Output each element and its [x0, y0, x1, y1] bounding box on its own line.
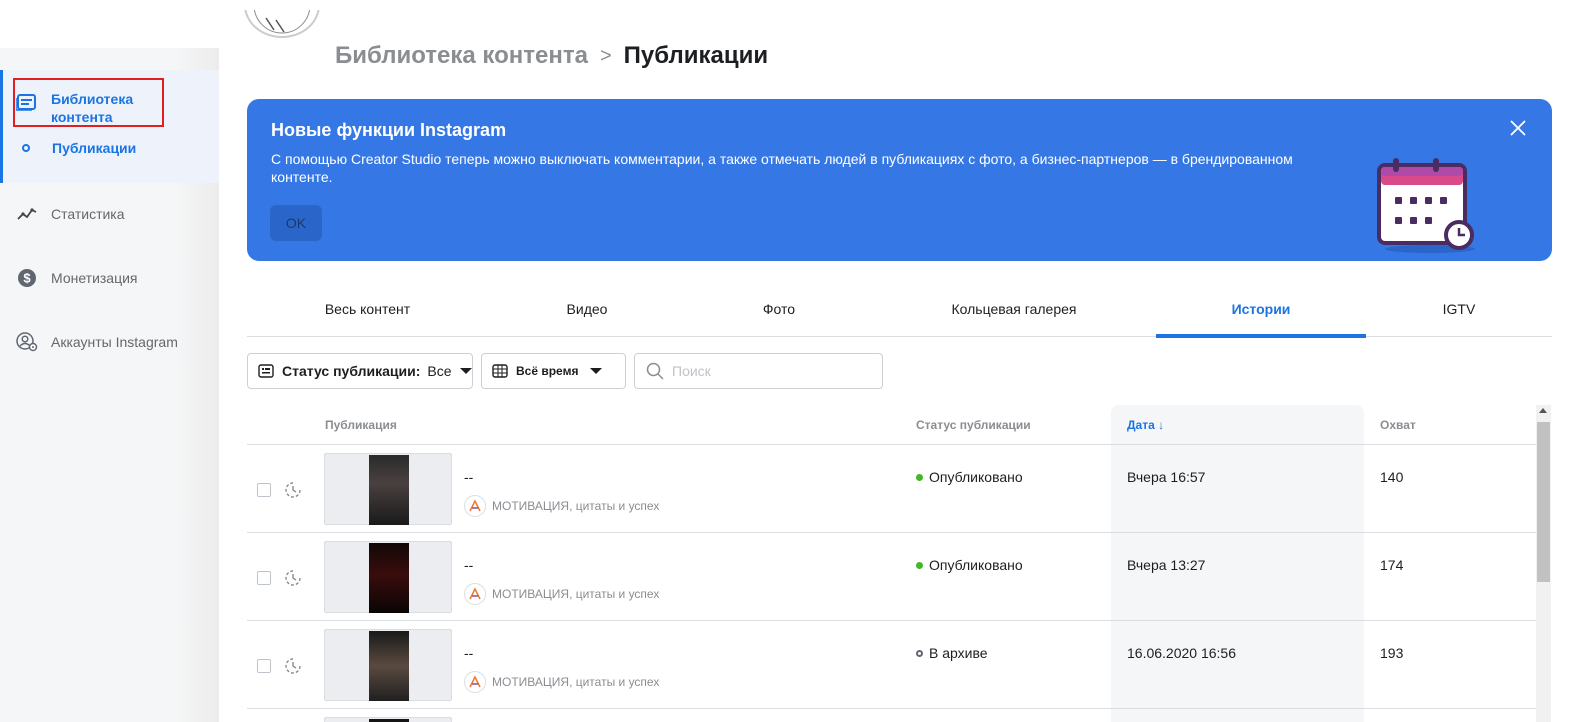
stats-line-icon — [16, 204, 38, 224]
scrollbar-thumb[interactable] — [1537, 422, 1550, 582]
chevron-down-icon — [459, 368, 472, 374]
thumbnail-image — [369, 543, 409, 613]
history-clock-icon — [283, 480, 303, 500]
status-text: В архиве — [929, 645, 988, 661]
publication-date: Вчера 13:27 — [1127, 557, 1206, 573]
publication-date: 16.06.2020 16:56 — [1127, 645, 1236, 661]
publication-reach: 140 — [1380, 469, 1404, 485]
page-title: Публикации — [623, 42, 769, 69]
tab-photo[interactable]: Фото — [686, 280, 872, 337]
column-header-status[interactable]: Статус публикации — [916, 418, 1031, 432]
tab-stories[interactable]: Истории — [1156, 280, 1366, 338]
story-thumbnail[interactable] — [324, 629, 452, 701]
breadcrumb: Библиотека контента > Публикации — [335, 42, 768, 70]
svg-text:$: $ — [23, 271, 31, 286]
account-avatar — [464, 671, 486, 693]
bullet-icon — [22, 144, 30, 152]
row-checkbox[interactable] — [257, 571, 271, 585]
account-name: МОТИВАЦИЯ, цитаты и успех — [492, 587, 660, 601]
story-thumbnail[interactable] — [324, 453, 452, 525]
history-clock-icon — [283, 568, 303, 588]
highlight-box — [13, 78, 164, 127]
sidebar-item-label: Аккаунты Instagram — [51, 334, 178, 350]
sidebar: Библиотека контента Публикации Статистик… — [0, 48, 219, 722]
status-filter-dropdown[interactable]: Статус публикации: Все — [247, 353, 473, 389]
publication-reach: 193 — [1380, 645, 1404, 661]
breadcrumb-parent[interactable]: Библиотека контента — [335, 42, 588, 70]
column-header-date[interactable]: Дата ↓ — [1127, 418, 1164, 432]
calendar-grid-icon — [492, 363, 508, 379]
account-settings-icon — [16, 332, 38, 352]
row-checkbox[interactable] — [257, 483, 271, 497]
publication-status: В архиве — [916, 645, 988, 661]
publication-date: Вчера 16:57 — [1127, 469, 1206, 485]
status-text: Опубликовано — [929, 469, 1023, 485]
tab-carousel[interactable]: Кольцевая галерея — [872, 280, 1156, 337]
time-filter-dropdown[interactable]: Всё время — [481, 353, 626, 389]
account-name: МОТИВАЦИЯ, цитаты и успех — [492, 499, 660, 513]
tab-all-content[interactable]: Весь контент — [247, 280, 488, 337]
story-thumbnail[interactable] — [324, 717, 452, 722]
content-tabs: Весь контент Видео Фото Кольцевая галере… — [247, 280, 1552, 338]
publication-status: Опубликовано — [916, 557, 1023, 573]
account-info: МОТИВАЦИЯ, цитаты и успех — [464, 671, 659, 693]
time-filter-label: Всё время — [516, 364, 579, 378]
sidebar-item-publications[interactable]: Публикации — [22, 140, 136, 156]
status-dot-icon — [916, 561, 923, 569]
scroll-up-icon[interactable] — [1539, 408, 1547, 413]
status-text: Опубликовано — [929, 557, 1023, 573]
table-scrollbar[interactable] — [1536, 405, 1551, 722]
table-row[interactable] — [247, 709, 1537, 722]
thumbnail-image — [369, 455, 409, 525]
banner-text: С помощью Creator Studio теперь можно вы… — [271, 151, 1293, 185]
publication-status: Опубликовано — [916, 469, 1023, 485]
sidebar-item-label: Статистика — [51, 206, 125, 222]
tab-video[interactable]: Видео — [488, 280, 686, 337]
tab-igtv[interactable]: IGTV — [1366, 280, 1552, 337]
page-logo — [244, 10, 320, 38]
creator-studio-page: Библиотека контента Публикации Статистик… — [0, 0, 1575, 722]
calendar-illustration-icon — [1375, 155, 1479, 255]
account-avatar — [464, 495, 486, 517]
thumbnail-image — [369, 631, 409, 701]
banner-ok-button[interactable]: OK — [270, 205, 322, 241]
banner-title: Новые функции Instagram — [271, 120, 507, 140]
column-header-reach[interactable]: Охват — [1380, 418, 1416, 432]
status-filter-label: Статус публикации: — [282, 363, 421, 379]
sidebar-item-label: Публикации — [52, 140, 137, 156]
dollar-icon: $ — [16, 268, 38, 288]
publication-title: -- — [464, 645, 474, 661]
account-info: МОТИВАЦИЯ, цитаты и успех — [464, 495, 659, 517]
account-name: МОТИВАЦИЯ, цитаты и успех — [492, 675, 660, 689]
publication-reach: 174 — [1380, 557, 1404, 573]
status-list-icon — [258, 363, 274, 379]
search-input[interactable] — [672, 363, 872, 379]
table-row[interactable]: -- МОТИВАЦИЯ, цитаты и успех Опубликован… — [247, 533, 1537, 621]
status-dot-icon — [916, 649, 923, 657]
account-avatar — [464, 583, 486, 605]
sidebar-item-label: Монетизация — [51, 270, 138, 286]
account-info: МОТИВАЦИЯ, цитаты и успех — [464, 583, 659, 605]
column-header-publication[interactable]: Публикация — [325, 418, 397, 432]
publication-title: -- — [464, 469, 474, 485]
close-icon[interactable] — [1509, 119, 1527, 137]
sidebar-item-statistics[interactable]: Статистика — [16, 204, 125, 224]
chevron-down-icon — [590, 368, 603, 374]
status-filter-value: Все — [427, 363, 452, 379]
search-box[interactable] — [634, 353, 883, 389]
history-clock-icon — [283, 656, 303, 676]
sidebar-item-monetization[interactable]: $ Монетизация — [16, 268, 138, 288]
table-row[interactable]: -- МОТИВАЦИЯ, цитаты и успех В архиве 16… — [247, 621, 1537, 709]
breadcrumb-separator: > — [599, 44, 612, 67]
publication-title: -- — [464, 557, 474, 573]
status-dot-icon — [916, 473, 923, 481]
feature-banner: Новые функции Instagram С помощью Creato… — [247, 99, 1552, 261]
row-checkbox[interactable] — [257, 659, 271, 673]
search-icon — [646, 362, 664, 380]
table-row[interactable]: -- МОТИВАЦИЯ, цитаты и успех Опубликован… — [247, 445, 1537, 533]
story-thumbnail[interactable] — [324, 541, 452, 613]
sidebar-item-instagram-accounts[interactable]: Аккаунты Instagram — [16, 332, 178, 352]
